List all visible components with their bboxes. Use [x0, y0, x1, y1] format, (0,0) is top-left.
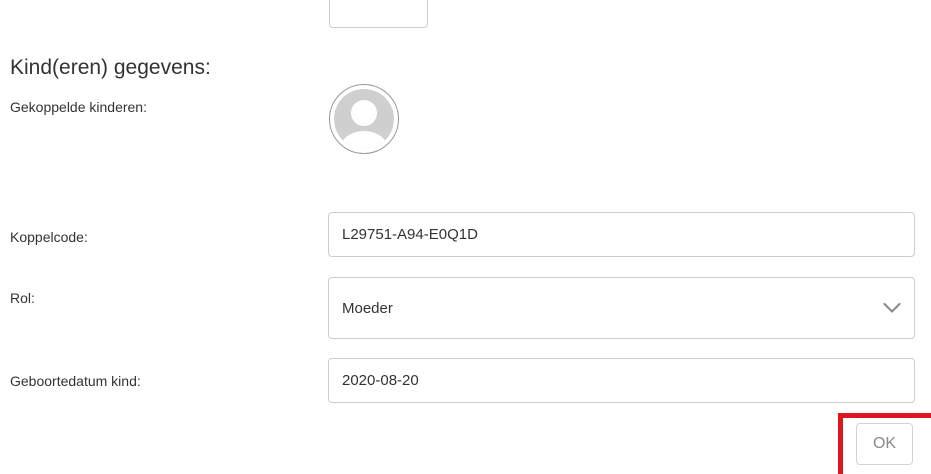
section-title: Kind(eren) gegevens:	[10, 56, 211, 79]
rol-selected-value: Moeder	[342, 299, 393, 317]
koppelcode-label: Koppelcode:	[10, 229, 88, 245]
top-partial-button[interactable]	[329, 0, 428, 28]
rol-select[interactable]: Moeder	[328, 277, 915, 339]
chevron-down-icon	[883, 302, 901, 313]
koppelcode-input[interactable]: L29751-A94-E0Q1D	[328, 212, 915, 257]
child-avatar[interactable]	[329, 84, 399, 154]
koppelcode-value: L29751-A94-E0Q1D	[342, 226, 478, 243]
default-user-avatar-icon	[334, 89, 394, 149]
rol-label: Rol:	[10, 290, 35, 306]
ok-button[interactable]: OK	[856, 423, 913, 465]
linked-children-label: Gekoppelde kinderen:	[10, 99, 147, 115]
geboortedatum-input[interactable]: 2020-08-20	[328, 358, 915, 403]
geboortedatum-label: Geboortedatum kind:	[10, 373, 141, 389]
page: Kind(eren) gegevens: Gekoppelde kinderen…	[0, 0, 931, 474]
geboortedatum-value: 2020-08-20	[342, 372, 419, 389]
